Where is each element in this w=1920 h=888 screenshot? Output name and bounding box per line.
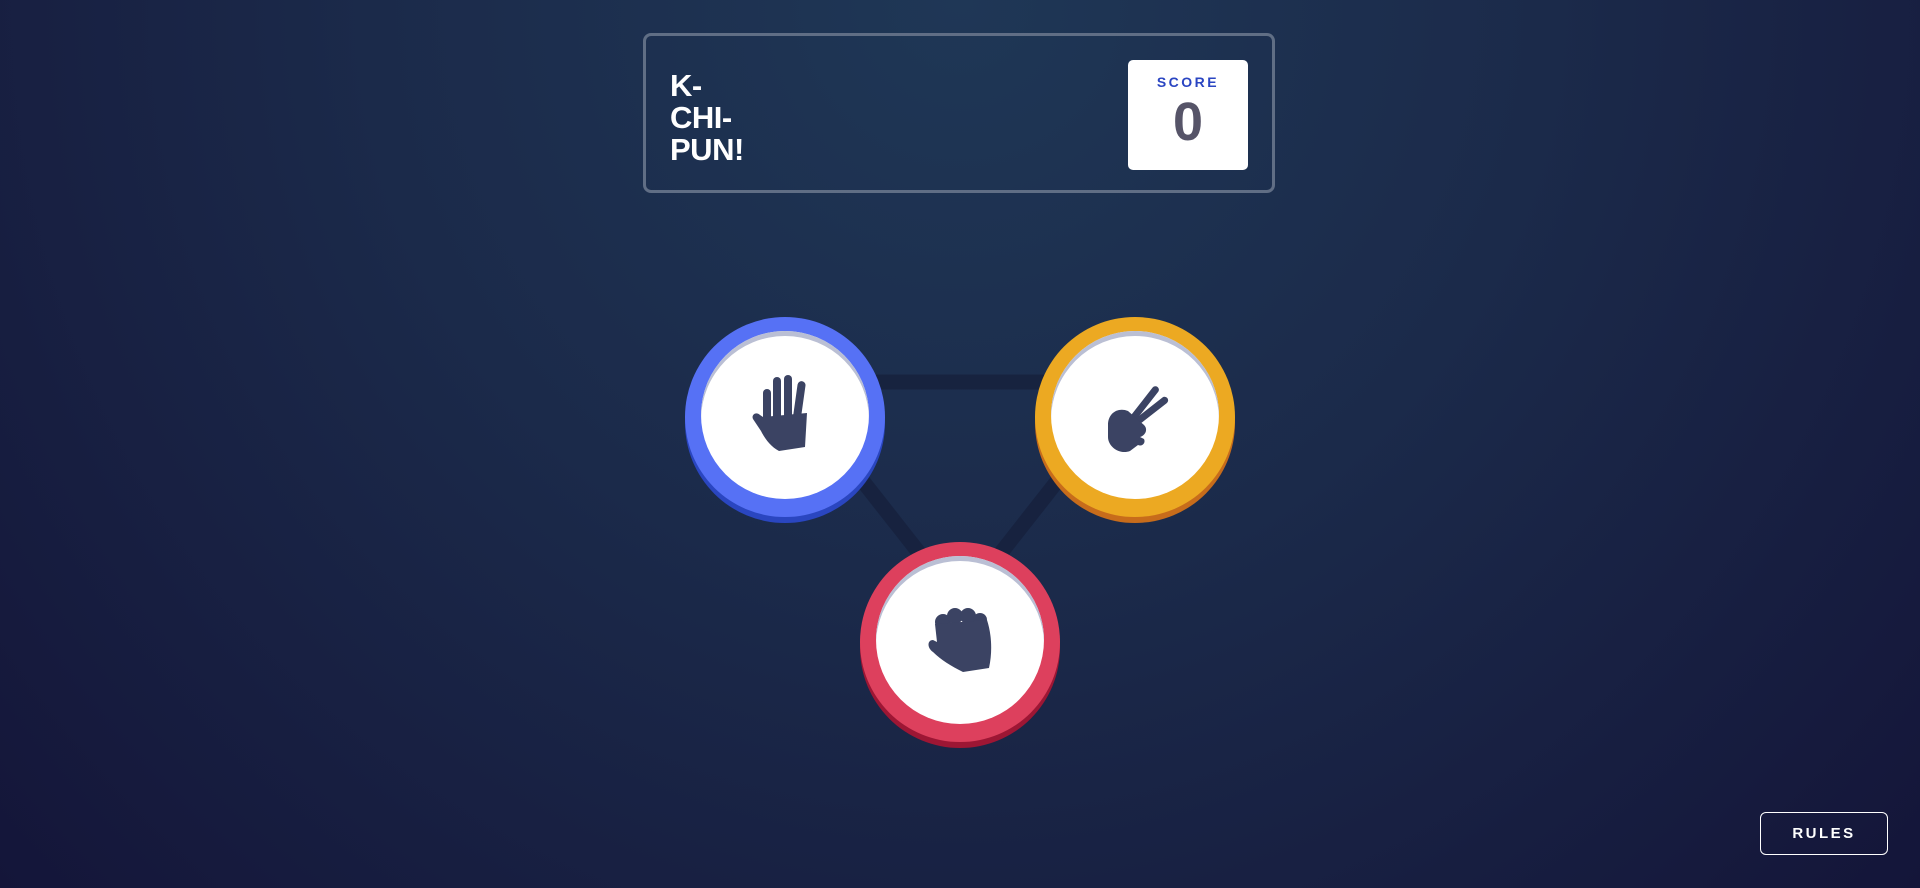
paper-token-face [701, 331, 869, 499]
game-board [0, 0, 1920, 888]
paper-button[interactable] [685, 317, 885, 517]
rock-button[interactable] [860, 542, 1060, 742]
hand-paper-icon [752, 375, 807, 451]
scissors-button[interactable] [1035, 317, 1235, 517]
hand-scissors-icon [1108, 386, 1169, 453]
scissors-token-face [1051, 331, 1219, 499]
rules-button[interactable]: RULES [1760, 812, 1888, 855]
triangle-background [777, 374, 1143, 613]
rock-token-face [876, 556, 1044, 724]
hand-rock-icon [928, 608, 992, 672]
